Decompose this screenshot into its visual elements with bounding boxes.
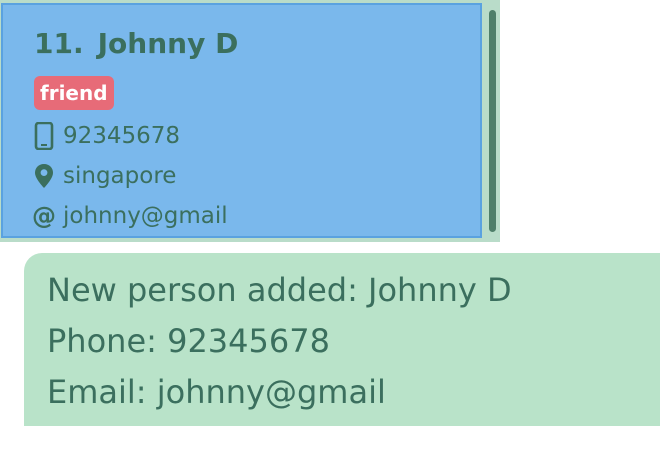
tag-badge: friend xyxy=(34,76,114,110)
person-list-panel: 11. Johnny D friend 92345678 singapore @… xyxy=(0,0,500,242)
person-name-line: 11. Johnny D xyxy=(34,27,238,60)
scrollbar-thumb[interactable] xyxy=(489,10,496,232)
result-line-email: Email: johnny@gmail xyxy=(47,373,386,411)
phone-row: 92345678 xyxy=(33,121,180,151)
phone-value: 92345678 xyxy=(63,123,181,149)
result-line-added: New person added: Johnny D xyxy=(47,271,512,309)
location-pin-icon xyxy=(33,161,55,191)
address-value: singapore xyxy=(63,163,177,189)
result-line-phone: Phone: 92345678 xyxy=(47,322,330,360)
email-row: @ johnny@gmail xyxy=(32,201,228,231)
email-value: johnny@gmail xyxy=(63,203,228,229)
person-name: Johnny D xyxy=(97,27,239,60)
person-index: 11. xyxy=(34,27,84,60)
at-sign-icon: @ xyxy=(32,202,56,230)
address-row: singapore xyxy=(33,161,176,191)
command-result-display: New person added: Johnny D Phone: 923456… xyxy=(24,253,660,426)
phone-icon xyxy=(33,121,55,151)
person-card[interactable]: 11. Johnny D friend 92345678 singapore @… xyxy=(1,3,482,238)
